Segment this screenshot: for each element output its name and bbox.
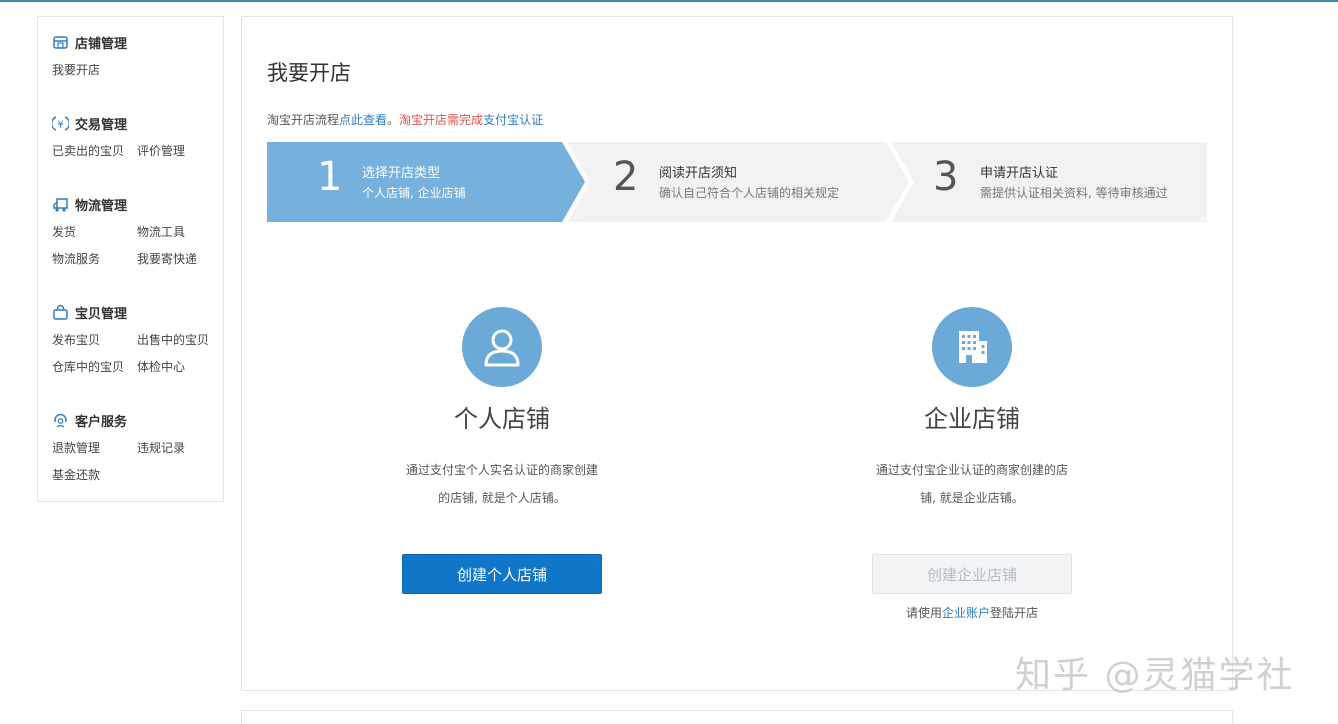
- step-subtitle: 需提供认证相关资料, 等待审核通过: [980, 186, 1168, 200]
- sidebar-link-items-on-sale[interactable]: 出售中的宝贝: [137, 331, 222, 350]
- sidebar-section-title: 交易管理: [75, 117, 128, 133]
- sidebar-section-header: 宝贝管理: [52, 301, 223, 323]
- sidebar-section-header: 店铺管理: [52, 31, 223, 53]
- store-icon: [53, 35, 68, 49]
- step-subtitle: 确认自己符合个人店铺的相关规定: [659, 186, 840, 200]
- svg-text:¥: ¥: [57, 119, 63, 130]
- step-title: 阅读开店须知: [659, 166, 738, 181]
- hint-suffix: 登陆开店: [990, 606, 1039, 620]
- sidebar-section-trade: ¥ 交易管理 已卖出的宝贝 评价管理: [52, 112, 223, 193]
- hint-prefix: 请使用: [905, 606, 942, 620]
- sidebar-section-customer-service: 客户服务 退款管理 违规记录 基金还款: [52, 409, 223, 485]
- sidebar-section-logistics: 物流管理 发货 物流工具 物流服务 我要寄快递: [52, 193, 223, 301]
- personal-store-icon-circle: [462, 307, 542, 387]
- desc-line: 的店铺, 就是个人店铺。: [438, 491, 566, 505]
- step-2: 2 阅读开店须知 确认自己符合个人店铺的相关规定: [567, 142, 891, 222]
- alipay-auth-link[interactable]: 支付宝认证: [483, 113, 543, 127]
- enterprise-store-card: 企业店铺 通过支付宝企业认证的商家创建的店 铺, 就是企业店铺。 创建企业店铺 …: [822, 307, 1122, 621]
- sidebar-section-header: 客户服务: [52, 409, 223, 431]
- enterprise-store-desc: 通过支付宝企业认证的商家创建的店 铺, 就是企业店铺。: [822, 456, 1122, 512]
- sidebar-links: 退款管理 违规记录 基金还款: [52, 439, 223, 485]
- sidebar-link-refunds[interactable]: 退款管理: [52, 439, 137, 458]
- sidebar-link-logistics-tools[interactable]: 物流工具: [137, 223, 222, 242]
- sidebar-link-sold-items[interactable]: 已卖出的宝贝: [52, 142, 137, 161]
- sidebar-section-header: 物流管理: [52, 193, 223, 215]
- notice-warning: 淘宝开店需完成: [399, 113, 484, 127]
- sidebar-links: 我要开店: [52, 61, 223, 80]
- user-icon: [484, 329, 520, 367]
- sidebar-link-logistics-service[interactable]: 物流服务: [52, 250, 137, 269]
- create-personal-store-button[interactable]: 创建个人店铺: [402, 554, 602, 594]
- top-accent-line: [0, 0, 1338, 2]
- headset-icon: [54, 413, 67, 428]
- sidebar-section-title: 物流管理: [75, 198, 128, 214]
- page-title: 我要开店: [267, 61, 351, 85]
- open-store-notice: 淘宝开店流程点此查看。淘宝开店需完成支付宝认证: [267, 111, 543, 128]
- sidebar-links: 发货 物流工具 物流服务 我要寄快递: [52, 223, 223, 269]
- create-enterprise-store-button[interactable]: 创建企业店铺: [872, 554, 1072, 594]
- personal-store-card: 个人店铺 通过支付宝个人实名认证的商家创建 的店铺, 就是个人店铺。 创建个人店…: [352, 307, 652, 594]
- sidebar-section-items: 宝贝管理 发布宝贝 出售中的宝贝 仓库中的宝贝 体检中心: [52, 301, 223, 409]
- building-icon: [959, 331, 987, 363]
- notice-sep: 。: [387, 113, 400, 127]
- sidebar-link-publish-item[interactable]: 发布宝贝: [52, 331, 137, 350]
- personal-store-name: 个人店铺: [454, 405, 550, 433]
- enterprise-login-hint: 请使用企业账户登陆开店: [822, 604, 1122, 621]
- step-3: 3 申请开店认证 需提供认证相关资料, 等待审核通过: [891, 142, 1207, 222]
- bag-icon: [53, 304, 68, 320]
- sidebar-links: 已卖出的宝贝 评价管理: [52, 142, 223, 161]
- enterprise-store-icon-circle: [932, 307, 1012, 387]
- step-number: 2: [613, 154, 639, 200]
- sidebar-link-send-express[interactable]: 我要寄快递: [137, 250, 222, 269]
- step-subtitle: 个人店铺, 企业店铺: [362, 186, 466, 200]
- sidebar-section-title: 店铺管理: [75, 36, 128, 52]
- sidebar-link-ship[interactable]: 发货: [52, 223, 137, 242]
- desc-line: 通过支付宝个人实名认证的商家创建: [405, 463, 598, 477]
- lower-panel: [241, 710, 1233, 724]
- sidebar-link-open-store[interactable]: 我要开店: [52, 61, 137, 80]
- desc-line: 铺, 就是企业店铺。: [920, 491, 1024, 505]
- sidebar-links: 发布宝贝 出售中的宝贝 仓库中的宝贝 体检中心: [52, 331, 223, 377]
- enterprise-account-link[interactable]: 企业账户: [942, 606, 990, 620]
- personal-store-desc: 通过支付宝个人实名认证的商家创建 的店铺, 就是个人店铺。: [352, 456, 652, 512]
- sidebar-section-store: 店铺管理 我要开店: [52, 31, 223, 112]
- step-title: 申请开店认证: [980, 166, 1059, 181]
- sidebar-link-violations[interactable]: 违规记录: [137, 439, 222, 458]
- main-panel: 我要开店 淘宝开店流程点此查看。淘宝开店需完成支付宝认证 1 选择开店类型 个人…: [241, 16, 1233, 691]
- sidebar-section-title: 宝贝管理: [75, 306, 128, 322]
- step-title: 选择开店类型: [362, 166, 441, 181]
- truck-icon: [53, 197, 68, 212]
- sidebar-section-title: 客户服务: [75, 414, 128, 430]
- sidebar-link-reviews[interactable]: 评价管理: [137, 142, 222, 161]
- step-progress: 1 选择开店类型 个人店铺, 企业店铺 2 阅读开店须知 确认自己符合个人店铺的…: [267, 142, 1207, 222]
- sidebar-section-header: ¥ 交易管理: [52, 112, 223, 134]
- step-1: 1 选择开店类型 个人店铺, 企业店铺: [267, 142, 567, 222]
- desc-line: 通过支付宝企业认证的商家创建的店: [875, 463, 1068, 477]
- notice-prefix: 淘宝开店流程: [267, 113, 340, 127]
- step-number: 1: [317, 154, 343, 200]
- yuan-icon: ¥: [52, 115, 69, 131]
- process-link[interactable]: 点此查看: [339, 113, 387, 127]
- enterprise-store-name: 企业店铺: [924, 405, 1020, 433]
- watermark: 知乎 @灵猫学社: [1015, 655, 1295, 696]
- sidebar-link-health-center[interactable]: 体检中心: [137, 358, 222, 377]
- sidebar: 店铺管理 我要开店 ¥ 交易管理 已卖出的宝贝 评价管理 物流管理 发货 物流工…: [37, 16, 224, 502]
- sidebar-link-items-in-stock[interactable]: 仓库中的宝贝: [52, 358, 137, 377]
- sidebar-link-fund-repayment[interactable]: 基金还款: [52, 466, 137, 485]
- step-number: 3: [933, 154, 959, 200]
